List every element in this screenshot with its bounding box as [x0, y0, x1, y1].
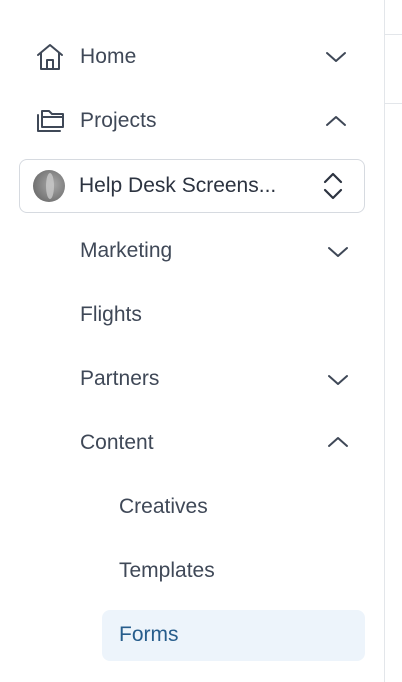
- sidebar-item-label: Creatives: [119, 495, 208, 518]
- sidebar-item-label: Partners: [80, 367, 160, 390]
- sidebar-item-label: Content: [80, 431, 154, 454]
- sidebar-item-label: Templates: [119, 559, 215, 582]
- sidebar-item-label: Flights: [80, 303, 142, 326]
- project-avatar: [33, 170, 65, 202]
- toolbar-divider: [385, 103, 402, 104]
- project-selector-value: Help Desk Screens...: [79, 174, 277, 197]
- sidebar-item-label: Marketing: [80, 239, 173, 262]
- main-content-edge: [385, 0, 402, 682]
- sidebar: Home Projects Help Desk Screens... Marke…: [0, 0, 384, 682]
- sidebar-item-label: Home: [80, 45, 137, 68]
- header-divider: [385, 34, 402, 35]
- sidebar-item-home[interactable]: Home: [19, 31, 365, 83]
- chevron-down-icon[interactable]: [327, 369, 349, 391]
- chevron-up-icon[interactable]: [327, 431, 349, 453]
- sidebar-item-label: Projects: [80, 109, 157, 132]
- app-root: Home Projects Help Desk Screens... Marke…: [0, 0, 402, 682]
- chevron-up-down-icon: [322, 171, 344, 201]
- chevron-down-icon[interactable]: [327, 241, 349, 263]
- sidebar-item-projects[interactable]: Projects: [19, 95, 365, 147]
- chevron-down-icon[interactable]: [325, 46, 347, 68]
- home-icon: [34, 41, 66, 73]
- chevron-up-icon[interactable]: [325, 110, 347, 132]
- sidebar-item-label-active: Forms: [119, 623, 179, 646]
- folders-icon: [34, 105, 66, 137]
- project-selector[interactable]: Help Desk Screens...: [19, 159, 365, 213]
